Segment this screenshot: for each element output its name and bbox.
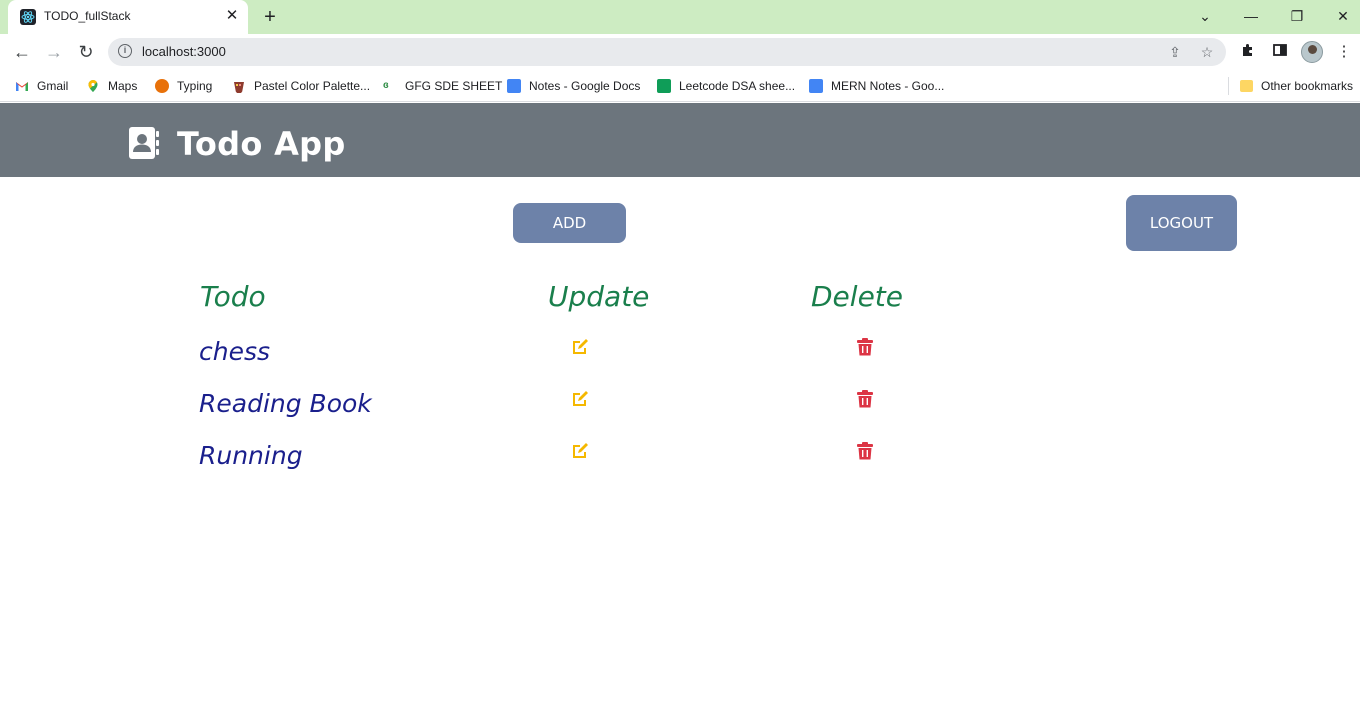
bookmark-maps[interactable]: Maps: [86, 77, 137, 95]
docs-icon: [809, 79, 823, 93]
bookmark-label: Maps: [108, 79, 138, 93]
bookmark-star-icon[interactable]: ☆: [1198, 43, 1216, 61]
bookmark-mern-notes[interactable]: MERN Notes - Goo...: [809, 77, 944, 95]
forward-button[interactable]: →: [42, 40, 66, 64]
browser-tab[interactable]: TODO_fullStack ✕: [8, 0, 248, 34]
bookmarks-bar: Gmail Maps Typing Pastel Color Palette..…: [0, 70, 1360, 102]
todo-item-text: Reading Book: [199, 389, 372, 418]
app-title: Todo App: [177, 125, 346, 163]
todo-item-text: chess: [199, 337, 271, 366]
bookmark-label: Gmail: [37, 79, 69, 93]
extensions-puzzle-icon[interactable]: [1238, 42, 1258, 62]
gfg-icon: ɞ: [383, 80, 389, 91]
folder-icon: [1240, 80, 1253, 92]
bookmark-label: GFG SDE SHEET: [405, 79, 503, 93]
browser-toolbar: ← → ↻ i localhost:3000 ⇪ ☆ ⋮: [0, 34, 1360, 70]
profile-avatar[interactable]: [1301, 41, 1323, 63]
edit-icon[interactable]: [571, 442, 589, 460]
todo-column-header: Todo: [200, 280, 266, 313]
bookmark-gfg[interactable]: ɞ GFG SDE SHEET: [383, 77, 502, 95]
gmail-icon: [15, 79, 29, 93]
address-bar[interactable]: i localhost:3000 ⇪ ☆: [108, 38, 1226, 66]
maps-pin-icon: [86, 79, 100, 93]
bookmark-label: Notes - Google Docs: [529, 79, 641, 93]
browser-menu-icon[interactable]: ⋮: [1334, 42, 1354, 62]
window-close-button[interactable]: ✕: [1331, 6, 1355, 26]
docs-icon: [507, 79, 521, 93]
address-book-icon: [129, 127, 159, 159]
trash-icon[interactable]: [857, 442, 873, 460]
update-column-header: Update: [548, 280, 650, 313]
bookmark-pastel-palette[interactable]: Pastel Color Palette...: [232, 77, 370, 95]
back-button[interactable]: ←: [10, 40, 34, 64]
add-todo-button[interactable]: ADD: [513, 203, 626, 243]
minimize-button[interactable]: —: [1239, 6, 1263, 26]
bookmark-label: MERN Notes - Goo...: [831, 79, 945, 93]
react-logo-icon: [20, 9, 36, 25]
delete-column-header: Delete: [811, 280, 903, 313]
trash-icon[interactable]: [857, 338, 873, 356]
bookmark-gmail[interactable]: Gmail: [15, 77, 68, 95]
edit-icon[interactable]: [571, 390, 589, 408]
browser-tab-strip: TODO_fullStack ✕ + ⌄ — ❐ ✕: [0, 0, 1360, 34]
edit-icon[interactable]: [571, 338, 589, 356]
site-info-icon[interactable]: i: [118, 44, 132, 58]
reload-button[interactable]: ↻: [74, 40, 98, 64]
typing-icon: [155, 79, 169, 93]
palette-icon: [232, 79, 246, 94]
app-navbar: Todo App: [0, 103, 1360, 177]
tab-title: TODO_fullStack: [44, 9, 131, 23]
trash-icon[interactable]: [857, 390, 873, 408]
bookmark-label: Pastel Color Palette...: [254, 79, 371, 93]
bookmark-leetcode-sheet[interactable]: Leetcode DSA shee...: [657, 77, 795, 95]
bookmark-label: Leetcode DSA shee...: [679, 79, 796, 93]
sheets-icon: [657, 79, 671, 93]
bookmark-label: Typing: [177, 79, 213, 93]
todo-item-text: Running: [199, 441, 303, 470]
restore-button[interactable]: ❐: [1285, 6, 1309, 26]
bookmarks-divider: [1228, 77, 1229, 95]
other-bookmarks-folder[interactable]: Other bookmarks: [1240, 77, 1353, 95]
side-panel-icon[interactable]: [1270, 42, 1290, 62]
bookmark-notes-docs[interactable]: Notes - Google Docs: [507, 77, 640, 95]
new-tab-button[interactable]: +: [258, 6, 282, 28]
other-bookmarks-label: Other bookmarks: [1261, 79, 1354, 93]
bookmark-typing[interactable]: Typing: [155, 77, 212, 95]
tab-close-icon[interactable]: ✕: [224, 8, 240, 24]
url-text[interactable]: localhost:3000: [142, 44, 226, 59]
tab-search-chevron-icon[interactable]: ⌄: [1193, 6, 1217, 26]
logout-button[interactable]: LOGOUT: [1126, 195, 1237, 251]
share-icon[interactable]: ⇪: [1166, 43, 1184, 61]
